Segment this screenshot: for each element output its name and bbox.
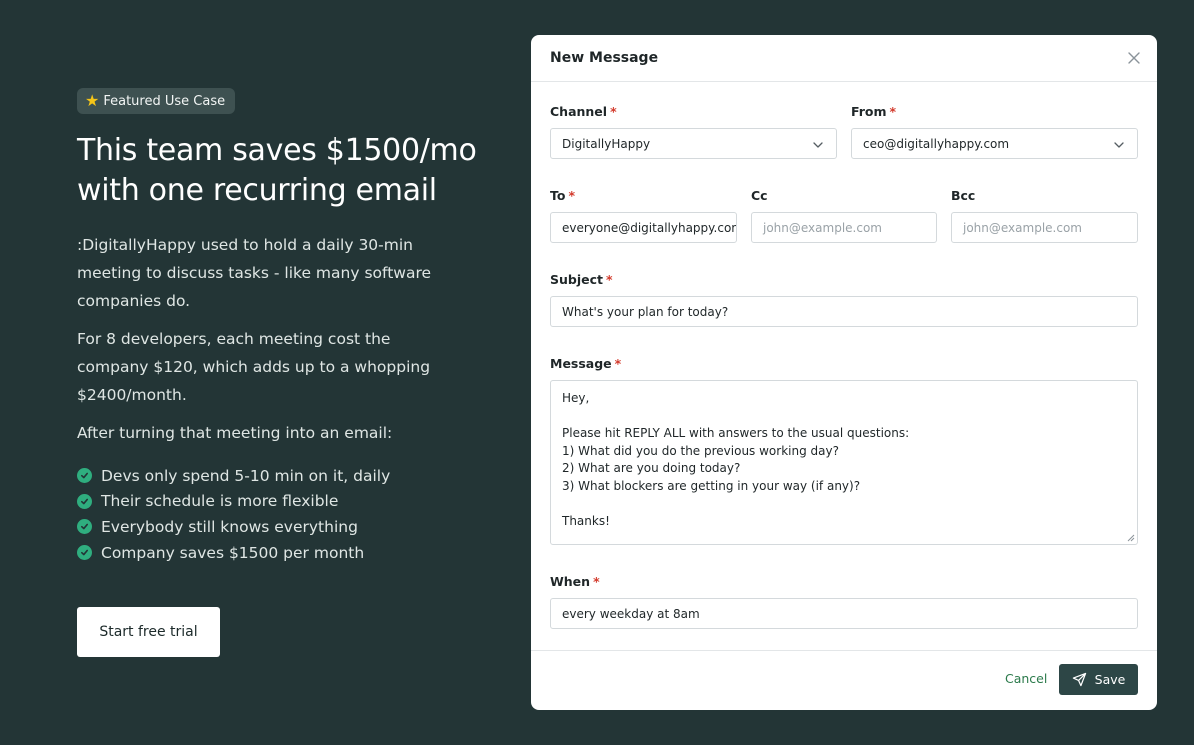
required-mark: * [606,272,613,287]
message-line: Please hit REPLY ALL with answers to the… [562,426,910,440]
message-line: Thanks! [562,513,610,528]
promo-headline: This team saves $1500/mo with one recurr… [77,133,477,208]
benefit-item: Devs only spend 5-10 min on it, daily [77,463,497,489]
new-message-modal: New Message Channel * DigitallyHappy From… [531,35,1157,710]
when-value: every weekday at 8am [562,606,700,621]
modal-footer: Cancel Save [531,650,1157,710]
benefits-list: Devs only spend 5-10 min on it, daily Th… [77,463,497,565]
when-label: When * [550,574,600,589]
from-label-text: From [851,104,887,119]
message-label-text: Message [550,356,612,371]
benefit-text: Their schedule is more flexible [101,492,339,511]
from-label: From * [851,104,896,119]
benefit-text: Devs only spend 5-10 min on it, daily [101,466,391,485]
message-line: 1) What did you do the previous working … [562,443,839,458]
channel-value: DigitallyHappy [562,136,651,151]
modal-title: New Message [550,50,659,66]
when-input[interactable]: every weekday at 8am [550,598,1138,629]
required-mark: * [568,188,576,203]
star-icon: ★ [85,91,100,110]
subject-value: What's your plan for today? [562,304,729,319]
to-value: everyone@digitallyhappy.com [562,220,737,235]
cc-label: Cc [751,188,768,203]
featured-badge-label: Featured Use Case [103,93,226,109]
message-line: 2) What are you doing today? [562,461,741,475]
benefit-item: Company saves $1500 per month [77,540,497,566]
save-button-label: Save [1094,672,1126,687]
check-circle-icon [77,493,92,509]
benefit-item: Their schedule is more flexible [77,489,497,515]
cc-input[interactable]: john@example.com [751,212,937,243]
send-icon [1072,672,1086,687]
to-label: To * [550,188,575,203]
save-button[interactable]: Save [1059,664,1138,695]
subject-input[interactable]: What's your plan for today? [550,296,1138,327]
promo-paragraph-3: After turning that meeting into an email… [77,424,393,442]
chevron-down-icon [813,142,823,148]
cancel-button[interactable]: Cancel [1005,671,1047,686]
check-circle-icon [77,545,92,561]
required-mark: * [593,574,600,589]
channel-label: Channel * [550,104,617,119]
promo-paragraph-2: For 8 developers, each meeting cost the … [77,330,431,404]
to-label-text: To [550,188,566,203]
message-label: Message * [550,356,621,371]
message-line [562,408,1126,426]
message-line: Hey, [562,391,590,405]
message-textarea[interactable]: Hey, Please hit REPLY ALL with answers t… [550,380,1138,545]
subject-label: Subject * [550,272,613,287]
check-circle-icon [77,468,92,484]
required-mark: * [610,104,617,119]
message-line: 3) What blockers are getting in your way… [562,478,861,493]
from-value: ceo@digitallyhappy.com [863,136,1010,151]
required-mark: * [889,104,897,119]
check-circle-icon [77,519,92,535]
promo-panel: ★ Featured Use Case This team saves $150… [77,88,497,565]
channel-select[interactable]: DigitallyHappy [550,128,837,159]
bcc-input[interactable]: john@example.com [951,212,1138,243]
bcc-placeholder: john@example.com [963,220,1082,235]
benefit-item: Everybody still knows everything [77,514,497,540]
benefit-text: Everybody still knows everything [101,517,358,536]
bcc-label: Bcc [951,188,976,203]
to-input[interactable]: everyone@digitallyhappy.com [550,212,737,243]
featured-badge: ★ Featured Use Case [77,88,236,114]
start-free-trial-button[interactable]: Start free trial [77,607,220,657]
benefit-text: Company saves $1500 per month [101,543,365,562]
modal-header: New Message [531,35,1157,82]
resize-handle-icon[interactable] [1127,534,1135,542]
message-line [562,495,1126,513]
cc-placeholder: john@example.com [763,220,882,235]
channel-label-text: Channel [550,104,608,119]
from-select[interactable]: ceo@digitallyhappy.com [851,128,1138,159]
promo-paragraph-1: :DigitallyHappy used to hold a daily 30-… [77,236,432,310]
chevron-down-icon [1114,142,1124,148]
when-label-text: When [550,574,591,589]
subject-label-text: Subject [550,272,603,287]
close-icon[interactable] [1127,51,1141,65]
required-mark: * [614,356,622,371]
